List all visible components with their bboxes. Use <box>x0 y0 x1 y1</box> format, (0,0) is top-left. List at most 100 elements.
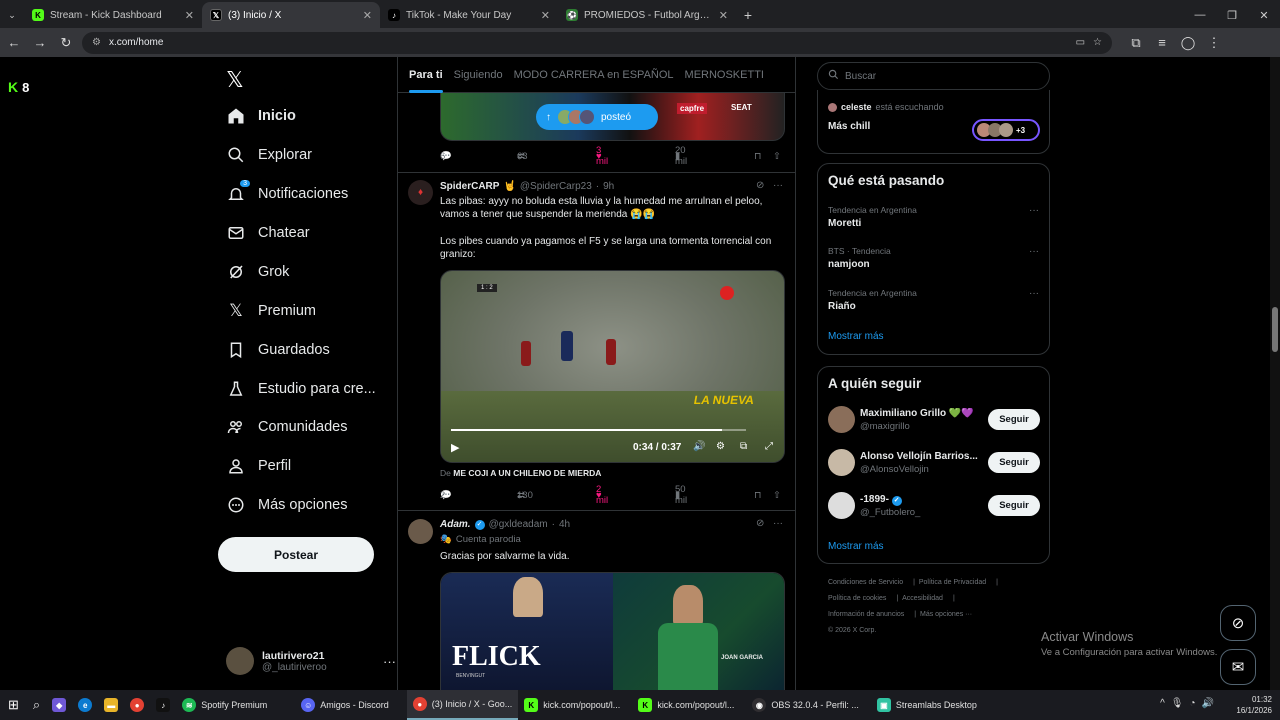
follow-suggestion[interactable]: Maximiliano Grillo 💚💜 @maxigrillo Seguir <box>828 404 1040 436</box>
close-icon[interactable]: ✕ <box>719 9 728 22</box>
explorer-button[interactable]: ▬ <box>98 690 124 720</box>
url-bar[interactable]: ⚙ x.com/home ▭ ☆ <box>82 31 1112 54</box>
sidebar-item-chatear[interactable]: Chatear <box>226 220 310 246</box>
follow-suggestion[interactable]: Alonso Vellojín Barrios... @AlonsoVelloj… <box>828 447 1040 479</box>
back-icon[interactable]: ← <box>2 35 26 50</box>
tab-siguiendo[interactable]: Siguiendo <box>454 69 503 81</box>
follow-button[interactable]: Seguir <box>988 409 1040 430</box>
sidebar-item-premium[interactable]: 𝕏 Premium <box>226 298 316 324</box>
tab-mernosketti[interactable]: MERNOSKETTI <box>685 69 764 81</box>
grok-icon[interactable]: ⊘ <box>756 180 764 191</box>
sidebar-item-guardados[interactable]: Guardados <box>226 337 330 363</box>
grok-icon[interactable]: ⊘ <box>756 518 764 529</box>
share-icon[interactable]: ⇧ <box>773 490 781 501</box>
tweet-time[interactable]: 4h <box>559 519 570 530</box>
reload-icon[interactable]: ↻ <box>54 35 78 51</box>
bookmark-icon[interactable]: ⊓ <box>754 490 761 501</box>
video-progress-track[interactable] <box>451 429 746 431</box>
tweet-time[interactable]: 9h <box>603 181 614 192</box>
listening-card[interactable]: celeste está escuchando Más chill +3 <box>817 90 1050 154</box>
system-clock[interactable]: 01:32 16/1/2026 <box>1236 690 1272 716</box>
more-icon[interactable]: ··· <box>773 518 783 529</box>
follow-suggestion[interactable]: -1899- ✓ @_Futbolero_ Seguir <box>828 490 1040 522</box>
more-icon[interactable]: ··· <box>773 180 783 191</box>
browser-tab-promiedos[interactable]: ⚽ PROMIEDOS - Futbol Argentino ✕ <box>558 2 736 28</box>
taskbar-item[interactable]: Kkick.com/popout/l... <box>518 690 626 720</box>
more-icon[interactable]: ··· <box>1029 205 1039 216</box>
tab-search-button[interactable]: ⌄ <box>0 2 24 28</box>
footer-link[interactable]: Accesibilidad <box>902 595 943 602</box>
trend-item[interactable]: Tendencia en Argentina Moretti <box>828 205 917 229</box>
tab-modo-carrera[interactable]: MODO CARRERA en ESPAÑOL <box>514 69 674 81</box>
share-icon[interactable]: ⇧ <box>773 151 781 162</box>
site-info-icon[interactable]: ⚙ <box>92 37 101 48</box>
footer-link[interactable]: Política de cookies <box>828 595 886 602</box>
scrollbar[interactable] <box>1270 57 1280 690</box>
chrome-button[interactable]: ● <box>124 690 150 720</box>
taskbar-item[interactable]: ≋ Spotify Premium <box>176 690 273 720</box>
taskbar-item[interactable]: Kkick.com/popout/l... <box>632 690 740 720</box>
restore-button[interactable]: ❐ <box>1216 9 1248 22</box>
fullscreen-icon[interactable]: ⤢ <box>765 441 773 452</box>
space-participants[interactable]: +3 <box>972 119 1040 141</box>
start-button[interactable]: ⊞ <box>0 690 27 720</box>
pip-icon[interactable]: ⧉ <box>740 441 747 452</box>
new-tab-button[interactable]: + <box>736 2 760 28</box>
show-more-link[interactable]: Mostrar más <box>828 541 884 552</box>
bookmark-star-icon[interactable]: ☆ <box>1093 37 1102 48</box>
trend-item[interactable]: BTS · Tendencia namjoon <box>828 246 891 270</box>
author-handle[interactable]: @gxldeadam <box>489 519 548 530</box>
menu-icon[interactable]: ⋮ <box>1202 35 1226 51</box>
follow-button[interactable]: Seguir <box>988 452 1040 473</box>
x-logo-icon[interactable]: 𝕏 <box>226 67 244 93</box>
sidebar-item-perfil[interactable]: Perfil <box>226 453 291 479</box>
author-name[interactable]: SpiderCARP <box>440 181 499 192</box>
new-posts-pill[interactable]: ↑ posteó <box>536 104 658 130</box>
more-icon[interactable]: ··· <box>383 654 396 669</box>
taskbar-item[interactable]: ◉ OBS 32.0.4 - Perfil: ... <box>746 690 865 720</box>
post-button[interactable]: Postear <box>218 537 374 572</box>
volume-icon[interactable]: 🔊 <box>693 441 705 452</box>
grok-float-button[interactable]: ⊘ <box>1220 605 1256 641</box>
tab-para-ti[interactable]: Para ti <box>409 69 443 93</box>
tiktok-button[interactable]: ♪ <box>150 690 176 720</box>
sidebar-item-comunidades[interactable]: Comunidades <box>226 414 347 440</box>
play-icon[interactable]: ▶ <box>451 441 459 454</box>
more-icon[interactable]: ··· <box>1029 246 1039 257</box>
close-icon[interactable]: ✕ <box>541 9 550 22</box>
follow-button[interactable]: Seguir <box>988 495 1040 516</box>
author-handle[interactable]: @SpiderCarp23 <box>520 181 592 192</box>
show-more-link[interactable]: Mostrar más <box>828 331 884 342</box>
browser-tab-kick[interactable]: K Stream - Kick Dashboard ✕ <box>24 2 202 28</box>
trend-item[interactable]: Tendencia en Argentina Riaño <box>828 288 917 312</box>
system-tray[interactable]: ^🎙◔🔊 <box>1160 698 1220 709</box>
forward-icon[interactable]: → <box>28 35 52 50</box>
messages-float-button[interactable]: ✉ <box>1220 649 1256 685</box>
close-icon[interactable]: ✕ <box>363 9 372 22</box>
sidebar-item-notificaciones[interactable]: 3 Notificaciones <box>226 180 348 207</box>
avatar[interactable]: ♦ <box>408 180 433 205</box>
search-button[interactable]: ⌕ <box>27 690 46 720</box>
browser-tab-x[interactable]: 𝕏 (3) Inicio / X ✕ <box>202 2 380 28</box>
sidebar-item-inicio[interactable]: Inicio <box>226 103 296 129</box>
taskbar-item[interactable]: ▣ Streamlabs Desktop <box>871 690 983 720</box>
taskbar-item[interactable]: ☺ Amigos - Discord <box>295 690 395 720</box>
sidebar-item-explorar[interactable]: Explorar <box>226 142 312 168</box>
sidebar-item-mas-opciones[interactable]: Más opciones <box>226 492 347 518</box>
more-icon[interactable]: ··· <box>1029 288 1039 299</box>
minimize-button[interactable]: — <box>1184 9 1216 21</box>
scrollbar-thumb[interactable] <box>1272 307 1278 352</box>
extensions-icon[interactable]: ⧉ <box>1124 35 1148 51</box>
profile-icon[interactable]: ◯ <box>1176 35 1200 51</box>
cast-icon[interactable]: ▭ <box>1076 37 1085 48</box>
sidebar-item-estudio[interactable]: Estudio para cre... <box>226 376 376 402</box>
media-icon[interactable]: ≡ <box>1150 35 1174 50</box>
edge-button[interactable]: e <box>72 690 98 720</box>
taskbar-item[interactable]: ● (3) Inicio / X - Goo... <box>406 690 519 720</box>
browser-tab-tiktok[interactable]: ♪ TikTok - Make Your Day ✕ <box>380 2 558 28</box>
copilot-button[interactable]: ◆ <box>46 690 72 720</box>
search-input[interactable]: Buscar <box>817 62 1050 90</box>
close-window-button[interactable]: ✕ <box>1248 9 1280 22</box>
close-icon[interactable]: ✕ <box>185 9 194 22</box>
tweet-video[interactable]: 1 : 2 LA NUEVA ▶ 0:34 / 0:37 🔊 ⚙ ⧉ ⤢ <box>440 270 785 463</box>
